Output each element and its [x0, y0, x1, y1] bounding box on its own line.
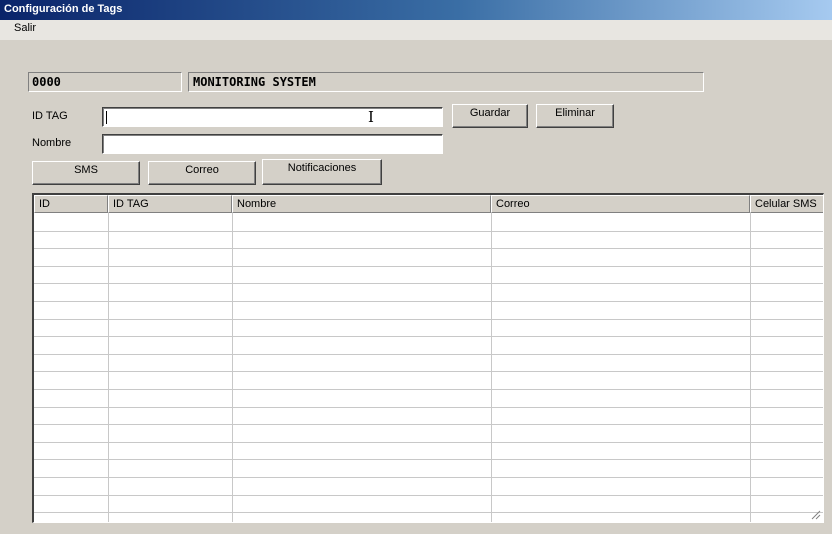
table-column-divider: [750, 213, 751, 522]
table-row: [34, 477, 823, 478]
ibeam-cursor-icon: I: [368, 108, 374, 126]
table-row: [34, 230, 823, 232]
table-row: [34, 301, 823, 302]
table-row: [34, 512, 823, 514]
title-bar: Configuración de Tags: [0, 0, 832, 20]
system-name-panel: MONITORING SYSTEM: [188, 72, 704, 92]
column-header-id-tag[interactable]: ID TAG: [108, 195, 232, 213]
table-row: [34, 441, 823, 443]
table-row: [34, 424, 823, 426]
table-row: [34, 371, 823, 373]
correo-button[interactable]: Correo: [148, 161, 256, 185]
table-row: [34, 318, 823, 320]
sms-button[interactable]: SMS: [32, 161, 140, 185]
table-column-divider: [491, 213, 492, 522]
menu-item-salir[interactable]: Salir: [14, 22, 36, 34]
column-header-correo[interactable]: Correo: [491, 195, 750, 213]
nombre-input[interactable]: [102, 134, 443, 154]
id-tag-input[interactable]: [102, 107, 443, 127]
table-row: [34, 248, 823, 250]
column-header-nombre[interactable]: Nombre: [232, 195, 491, 213]
table-column-divider: [108, 213, 109, 522]
column-header-id[interactable]: ID: [34, 195, 108, 213]
table-row: [34, 283, 823, 285]
table-row: [34, 389, 823, 390]
status-code-panel: 0000: [28, 72, 182, 92]
guardar-button[interactable]: Guardar: [452, 104, 528, 128]
table-column-divider: [232, 213, 233, 522]
window-title: Configuración de Tags: [4, 3, 123, 15]
tags-table[interactable]: ID ID TAG Nombre Correo Celular SMS: [32, 193, 824, 523]
table-header: ID ID TAG Nombre Correo Celular SMS: [34, 195, 823, 213]
column-header-celular-sms[interactable]: Celular SMS: [750, 195, 823, 213]
table-row: [34, 406, 823, 408]
system-name: MONITORING SYSTEM: [193, 75, 316, 89]
menu-bar: [0, 20, 832, 40]
table-row: [34, 459, 823, 461]
text-caret: [106, 111, 107, 124]
nombre-label: Nombre: [32, 137, 72, 149]
eliminar-button[interactable]: Eliminar: [536, 104, 614, 128]
resize-grip-icon[interactable]: [811, 510, 821, 520]
table-row: [34, 265, 823, 267]
table-row: [34, 353, 823, 355]
id-tag-label: ID TAG: [32, 110, 68, 122]
status-code: 0000: [32, 75, 61, 89]
table-row: [34, 336, 823, 338]
notificaciones-button[interactable]: Notificaciones: [262, 159, 382, 185]
table-row: [34, 494, 823, 496]
